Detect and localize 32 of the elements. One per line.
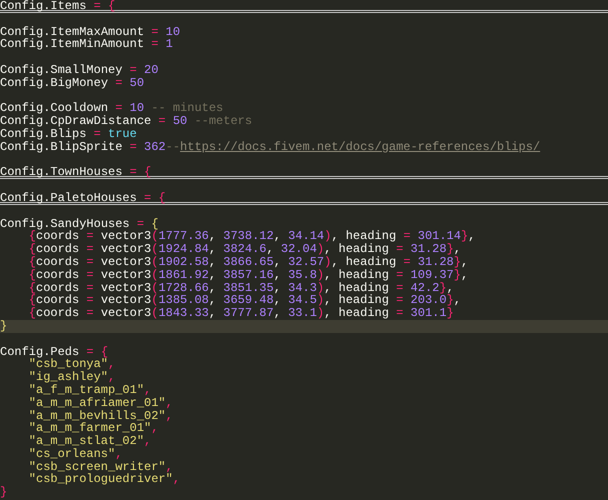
code-line: "a_m_m_afriamer_01",: [28, 396, 174, 410]
code-line: Config.Peds = {: [0, 346, 110, 358]
code-line: Config.PaletoHouses = {: [0, 192, 608, 205]
code-line: Config.SmallMoney = 20: [0, 64, 160, 77]
code-line: {coords = vector3(1728.66, 3851.35, 34.3), heading = 42.2},: [28, 282, 455, 294]
code-line: Config.Items = {: [0, 0, 608, 13]
code-line: "a_f_m_tramp_01",: [28, 384, 152, 397]
code-line: Config.ItemMinAmount = 1: [0, 38, 174, 52]
code-line: "a_m_m_farmer_01",: [28, 422, 160, 436]
code-line: Config.TownHouses = {: [0, 166, 608, 180]
code-line: {coords = vector3(1385.08, 3659.48, 34.5), heading = 203.0},: [28, 294, 462, 308]
code-line: "csb_screen_writer",: [28, 460, 174, 474]
code-line: Config.ItemMaxAmount = 10: [0, 26, 182, 38]
code-line: Config.CpDrawDistance = 50 --meters: [0, 115, 254, 128]
code-line: "a_m_m_bevhills_02",: [28, 410, 174, 422]
link[interactable]: https://docs.fivem.net/docs/game-references/blips/: [180, 140, 540, 154]
code-line: "csb_prologuedriver",: [28, 473, 182, 486]
code-line: Config.Cooldown = 10 -- minutes: [0, 102, 224, 116]
code-line: {coords = vector3(1843.33, 3777.87, 33.1), heading = 301.1}: [28, 307, 455, 320]
code-line: Config.Blips = true: [0, 128, 138, 141]
code-line: }: [0, 486, 8, 500]
code-line: "cs_orleans",: [28, 448, 124, 461]
code-line: Config.BlipSprite = 362--https://docs.fivem.net/docs/game-references/blips/: [0, 140, 542, 154]
code-line: {coords = vector3(1861.92, 3857.16, 35.8), heading = 109.37},: [28, 268, 470, 282]
code-line: {coords = vector3(1902.58, 3866.65, 32.57), heading = 31.28},: [28, 256, 470, 269]
code-line: Config.BigMoney = 50: [0, 76, 146, 90]
code-line: "csb_tonya",: [28, 358, 116, 372]
code-line: "ig_ashley",: [28, 371, 116, 384]
code-line: {coords = vector3(1924.84, 3824.6, 32.04), heading = 31.28},: [28, 243, 462, 256]
code-line: {coords = vector3(1777.36, 3738.12, 34.14), heading = 301.14},: [28, 230, 476, 244]
code-line: "a_m_m_stlat_02",: [28, 435, 152, 448]
code-line: Config.SandyHouses = {: [0, 218, 160, 230]
